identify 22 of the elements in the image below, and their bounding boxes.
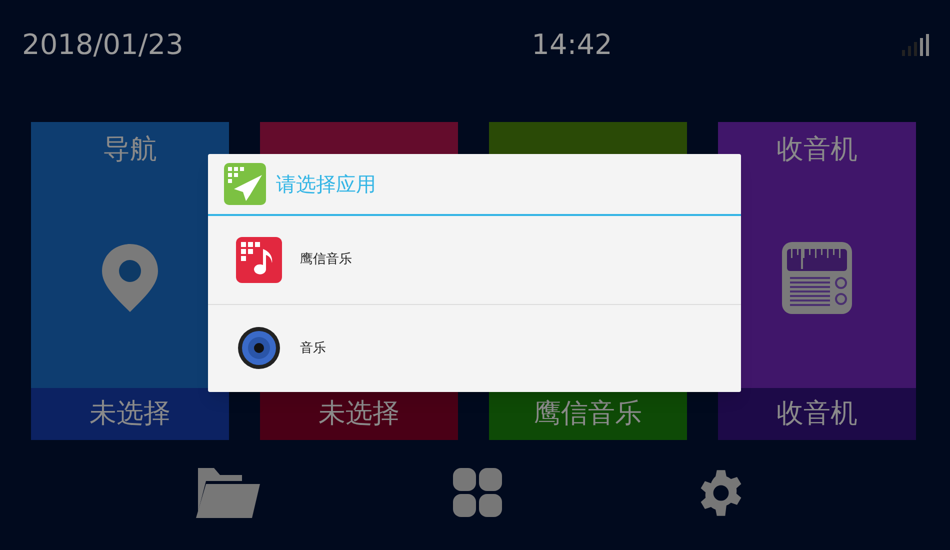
app-tile[interactable]: 导航 未选择 xyxy=(31,122,229,440)
option-label: 音乐 xyxy=(300,340,326,358)
tile-subtitle: 未选择 xyxy=(318,396,400,431)
music-note-app-icon xyxy=(236,236,282,283)
dialog-title: 请选择应用 xyxy=(276,171,376,198)
date: 2018/01/23 xyxy=(22,27,184,63)
speaker-icon xyxy=(237,326,281,370)
paper-plane-app-icon xyxy=(224,163,266,205)
signal-icon xyxy=(902,34,930,56)
option-label: 鹰信音乐 xyxy=(300,251,352,269)
folder-icon[interactable] xyxy=(196,468,260,518)
app-option[interactable]: 音乐 xyxy=(208,304,741,392)
apps-grid-icon[interactable] xyxy=(453,468,503,518)
tile-title: 导航 xyxy=(103,133,157,167)
radio-icon xyxy=(781,241,853,315)
tile-subtitle: 鹰信音乐 xyxy=(534,396,642,431)
clock: 14:42 xyxy=(530,27,614,63)
map-pin-icon xyxy=(100,242,160,314)
app-tile[interactable]: 收音机 收音机 xyxy=(718,122,916,440)
tile-subtitle: 未选择 xyxy=(90,396,170,431)
tile-title: 收音机 xyxy=(776,133,858,167)
tile-subtitle: 收音机 xyxy=(776,396,858,431)
